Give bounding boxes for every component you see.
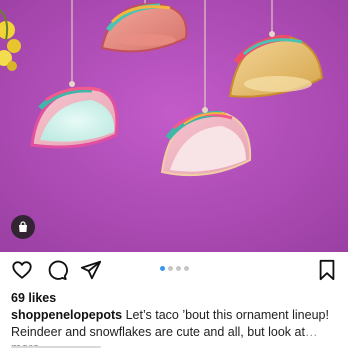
carousel-dot [168, 266, 173, 271]
post-action-bar [0, 257, 348, 285]
carousel-dot [176, 266, 181, 271]
share-button[interactable] [78, 257, 104, 283]
like-button[interactable] [9, 257, 35, 283]
comment-button[interactable] [44, 257, 70, 283]
heart-icon [12, 261, 32, 279]
carousel-indicator [160, 266, 189, 271]
shopping-bag-icon[interactable] [11, 215, 35, 239]
likes-count[interactable]: 69 likes [11, 291, 56, 305]
paper-plane-icon [80, 260, 102, 280]
caption-username[interactable]: shoppenelopepots [11, 308, 122, 322]
carousel-dot [160, 266, 165, 271]
save-button[interactable] [314, 257, 340, 283]
comment-icon [48, 260, 68, 281]
bookmark-icon [319, 259, 335, 281]
post-image[interactable] [0, 0, 348, 252]
post-caption: shoppenelopepots Let’s taco ’bout this o… [11, 307, 341, 348]
carousel-dot [184, 266, 189, 271]
view-comments-link[interactable] [11, 343, 131, 348]
